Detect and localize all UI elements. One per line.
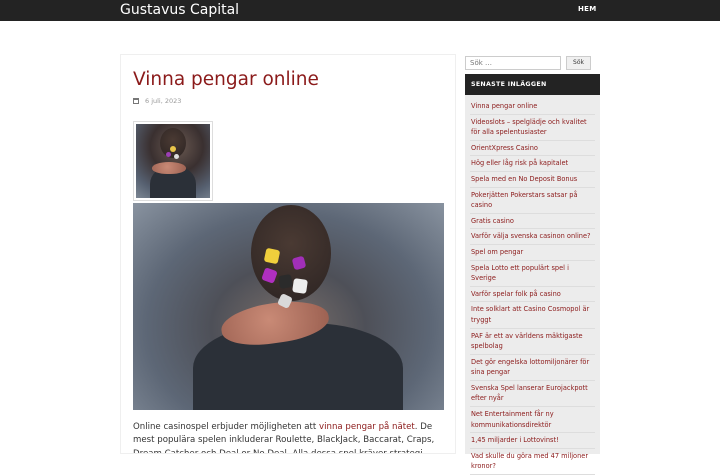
recent-post-link[interactable]: Det gör engelska lottomiljonärer för sin…	[470, 355, 595, 381]
recent-post-link[interactable]: Pokerjätten Pokerstars satsar på casino	[470, 188, 595, 214]
recent-post-link[interactable]: Hög eller låg risk på kapitalet	[470, 156, 595, 172]
post-title[interactable]: Vinna pengar online	[133, 69, 319, 90]
widget-title: SENASTE INLÄGGEN	[465, 74, 600, 95]
recent-post-link[interactable]: Vinna pengar online	[470, 99, 595, 115]
recent-posts-widget: SENASTE INLÄGGEN Vinna pengar online Vid…	[465, 74, 600, 475]
recent-post-link[interactable]: Spela Lotto ett populärt spel i Sverige	[470, 261, 595, 287]
recent-post-link[interactable]: OrientXpress Casino	[470, 141, 595, 157]
recent-post-link[interactable]: 1,45 miljarder i Lottovinst!	[470, 433, 595, 449]
top-bar: Gustavus Capital HEM	[0, 0, 720, 21]
post-article: Vinna pengar online 6 juli, 2023 Online …	[120, 54, 456, 454]
search-button[interactable]: Sök	[566, 56, 591, 70]
recent-post-link[interactable]: Varför välja svenska casinon online?	[470, 229, 595, 245]
post-meta: 6 juli, 2023	[133, 97, 181, 105]
recent-post-link[interactable]: Net Entertainment får ny kommunikationsd…	[470, 407, 595, 434]
recent-post-link[interactable]: Gratis casino	[470, 214, 595, 230]
post-thumbnail[interactable]	[133, 121, 213, 201]
recent-post-link[interactable]: PAF är ett av världens mäktigaste spelbo…	[470, 329, 595, 355]
recent-post-link[interactable]: Spela med en No Deposit Bonus	[470, 172, 595, 188]
post-body: Online casinospel erbjuder möjligheten a…	[133, 422, 435, 454]
hero-image	[133, 203, 444, 410]
recent-post-link[interactable]: Videoslots – spelglädje och kvalitet för…	[470, 115, 595, 141]
recent-post-link[interactable]: Vad skulle du göra med 47 miljoner krono…	[470, 449, 595, 475]
post-inline-link[interactable]: vinna pengar på nätet	[319, 422, 415, 432]
calendar-icon	[133, 98, 139, 104]
recent-post-link[interactable]: Inte solklart att Casino Cosmopol är try…	[470, 302, 595, 329]
recent-post-link[interactable]: Varför spelar folk på casino	[470, 287, 595, 303]
thumbnail-image	[136, 124, 210, 198]
site-title[interactable]: Gustavus Capital	[120, 2, 239, 18]
recent-posts-list: Vinna pengar online Videoslots – spelglä…	[465, 95, 600, 475]
post-date[interactable]: 6 juli, 2023	[145, 97, 181, 105]
recent-post-link[interactable]: Svenska Spel lanserar Eurojackpott efter…	[470, 381, 595, 408]
recent-post-link[interactable]: Spel om pengar	[470, 245, 595, 261]
nav-home-link[interactable]: HEM	[578, 5, 597, 13]
search-input[interactable]	[465, 56, 561, 70]
